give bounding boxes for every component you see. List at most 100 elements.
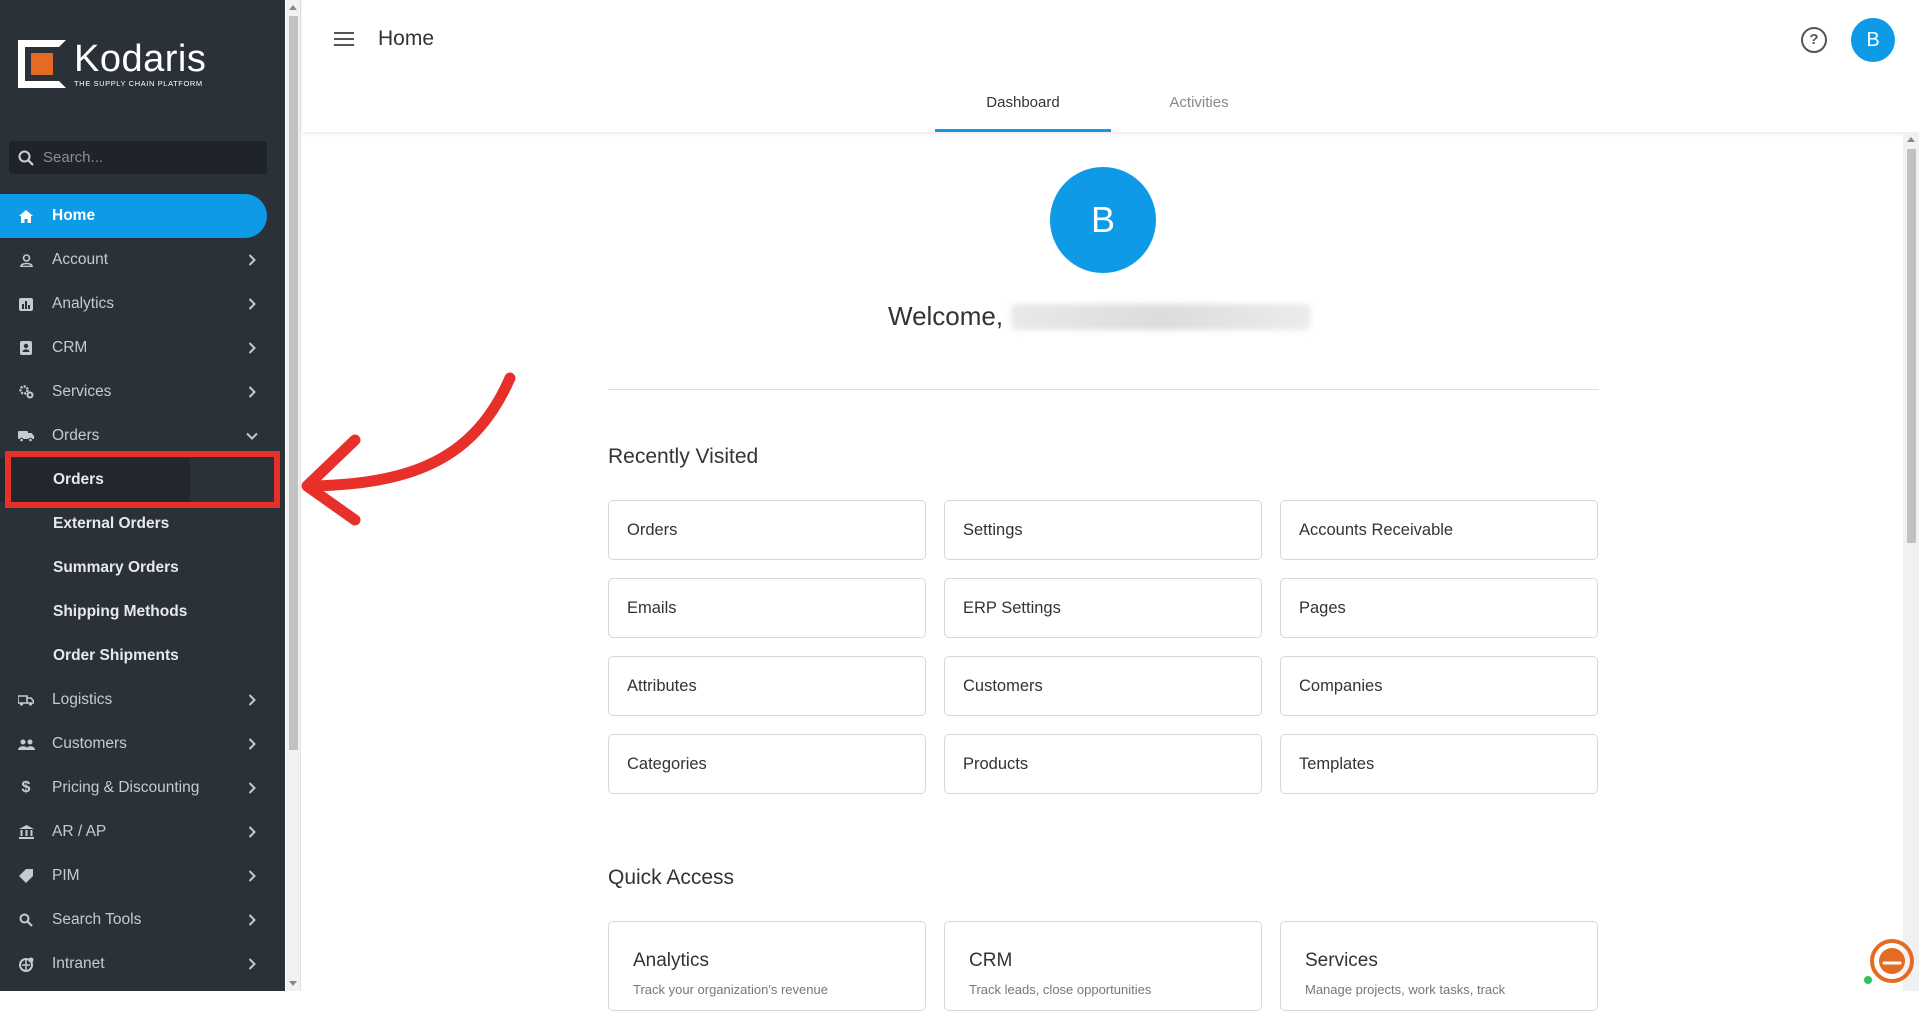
tab-dashboard[interactable]: Dashboard xyxy=(935,88,1111,132)
recent-card-categories[interactable]: Categories xyxy=(608,734,926,794)
help-icon[interactable]: ? xyxy=(1801,27,1827,53)
intranet-icon xyxy=(0,957,52,972)
quick-access-card-desc: Track leads, close opportunities xyxy=(969,982,1152,997)
chevron-right-icon xyxy=(237,386,267,398)
scroll-up-arrow[interactable] xyxy=(1907,137,1915,142)
logo-name: Kodaris xyxy=(74,38,207,80)
truck-icon xyxy=(0,430,52,442)
recent-card-pages[interactable]: Pages xyxy=(1280,578,1598,638)
tag-icon xyxy=(0,869,52,883)
scrollbar-thumb[interactable] xyxy=(1907,149,1916,543)
recent-card-erp-settings[interactable]: ERP Settings xyxy=(944,578,1262,638)
page-title: Home xyxy=(378,27,435,50)
chevron-right-icon xyxy=(237,298,267,310)
chevron-right-icon xyxy=(237,958,267,970)
customers-icon xyxy=(0,739,52,750)
recent-card-products[interactable]: Products xyxy=(944,734,1262,794)
recent-card-attributes[interactable]: Attributes xyxy=(608,656,926,716)
welcome-message: Welcome, xyxy=(888,301,1318,332)
chevron-right-icon xyxy=(237,342,267,354)
logo-tagline: THE SUPPLY CHAIN PLATFORM xyxy=(74,79,203,88)
quick-access-card-analytics[interactable]: Analytics Track your organization's reve… xyxy=(608,921,926,1011)
chat-support-icon[interactable] xyxy=(1862,935,1914,987)
kodaris-logo-mark xyxy=(18,40,66,88)
sidebar-item-label: PIM xyxy=(52,867,80,884)
quick-access-card-crm[interactable]: CRM Track leads, close opportunities xyxy=(944,921,1262,1011)
quick-access-card-title: CRM xyxy=(969,950,1013,971)
recent-card-orders[interactable]: Orders xyxy=(608,500,926,560)
quick-access-card-services[interactable]: Services Manage projects, work tasks, tr… xyxy=(1280,921,1598,1011)
sidebar-subitem-summary-orders[interactable]: Summary Orders xyxy=(0,546,285,590)
recently-visited-title: Recently Visited xyxy=(608,445,759,468)
divider xyxy=(608,389,1599,390)
recent-card-customers[interactable]: Customers xyxy=(944,656,1262,716)
tab-activities[interactable]: Activities xyxy=(1111,88,1287,132)
services-icon xyxy=(0,385,52,399)
sidebar-item-label: AR / AP xyxy=(52,823,107,840)
sidebar-nav: Home Account Analytics CRM Services Orde… xyxy=(0,194,285,986)
dollar-icon: $ xyxy=(21,779,31,796)
chevron-right-icon xyxy=(237,694,267,706)
scroll-up-arrow[interactable] xyxy=(289,5,297,10)
sidebar-item-services[interactable]: Services xyxy=(0,370,285,414)
scroll-down-arrow[interactable] xyxy=(289,981,297,986)
chevron-right-icon xyxy=(237,782,267,794)
sidebar-item-logistics[interactable]: Logistics xyxy=(0,678,285,722)
quick-access-title: Quick Access xyxy=(608,866,735,889)
sidebar-item-label: Home xyxy=(52,207,96,224)
recent-card-emails[interactable]: Emails xyxy=(608,578,926,638)
sidebar-item-label: Analytics xyxy=(52,295,115,312)
sidebar-item-label: Pricing & Discounting xyxy=(52,779,200,796)
main-scrollbar[interactable] xyxy=(1903,133,1919,991)
sidebar-item-intranet[interactable]: Intranet xyxy=(0,942,285,986)
hamburger-menu-icon[interactable] xyxy=(332,28,356,52)
sidebar-search xyxy=(9,141,267,174)
sidebar-item-pim[interactable]: PIM xyxy=(0,854,285,898)
recent-card-companies[interactable]: Companies xyxy=(1280,656,1598,716)
home-icon xyxy=(0,209,52,223)
recent-card-settings[interactable]: Settings xyxy=(944,500,1262,560)
sidebar-item-label: Customers xyxy=(52,735,127,752)
chevron-right-icon xyxy=(237,870,267,882)
kodaris-logo[interactable]: Kodaris THE SUPPLY CHAIN PLATFORM xyxy=(18,38,206,90)
sidebar-subitem-shipping-methods[interactable]: Shipping Methods xyxy=(0,590,285,634)
recent-card-templates[interactable]: Templates xyxy=(1280,734,1598,794)
sidebar-item-pricing-discounting[interactable]: $ Pricing & Discounting xyxy=(0,766,285,810)
bank-icon xyxy=(0,825,52,839)
sidebar-item-crm[interactable]: CRM xyxy=(0,326,285,370)
sidebar-item-label: CRM xyxy=(52,339,88,356)
recent-card-accounts-receivable[interactable]: Accounts Receivable xyxy=(1280,500,1598,560)
chevron-down-icon xyxy=(237,432,267,440)
sidebar-subitem-external-orders[interactable]: External Orders xyxy=(0,502,285,546)
sidebar-item-customers[interactable]: Customers xyxy=(0,722,285,766)
chevron-right-icon xyxy=(237,738,267,750)
dashboard-content: B Welcome, Recently Visited Orders Setti… xyxy=(302,133,1902,1011)
user-icon xyxy=(0,253,52,267)
sidebar-item-search-tools[interactable]: Search Tools xyxy=(0,898,285,942)
top-header: Home ? B Dashboard Activities xyxy=(302,0,1919,132)
sidebar-subitem-order-shipments[interactable]: Order Shipments xyxy=(0,634,285,678)
sidebar-item-home[interactable]: Home xyxy=(0,194,267,238)
sidebar-item-analytics[interactable]: Analytics xyxy=(0,282,285,326)
sidebar-item-label: Account xyxy=(52,251,109,268)
sidebar-item-account[interactable]: Account xyxy=(0,238,285,282)
chevron-right-icon xyxy=(237,826,267,838)
sidebar-item-label: Intranet xyxy=(52,955,105,972)
sidebar-item-label: Logistics xyxy=(52,691,113,708)
profile-avatar: B xyxy=(1050,167,1156,273)
annotation-highlight-box xyxy=(5,451,280,508)
search-icon xyxy=(0,913,52,927)
welcome-text: Welcome, xyxy=(888,301,1004,331)
sidebar: Kodaris THE SUPPLY CHAIN PLATFORM Home A… xyxy=(0,0,285,991)
sidebar-search-input[interactable] xyxy=(43,149,253,166)
sidebar-item-label: Search Tools xyxy=(52,911,142,928)
chevron-right-icon xyxy=(237,914,267,926)
sidebar-item-label: Services xyxy=(52,383,112,400)
redacted-email xyxy=(1011,303,1312,330)
chevron-right-icon xyxy=(237,254,267,266)
sidebar-item-ar-ap[interactable]: AR / AP xyxy=(0,810,285,854)
user-avatar[interactable]: B xyxy=(1851,18,1895,62)
sidebar-item-label: Orders xyxy=(52,427,100,444)
logistics-icon xyxy=(0,694,52,706)
tabs: Dashboard Activities xyxy=(935,88,1287,132)
